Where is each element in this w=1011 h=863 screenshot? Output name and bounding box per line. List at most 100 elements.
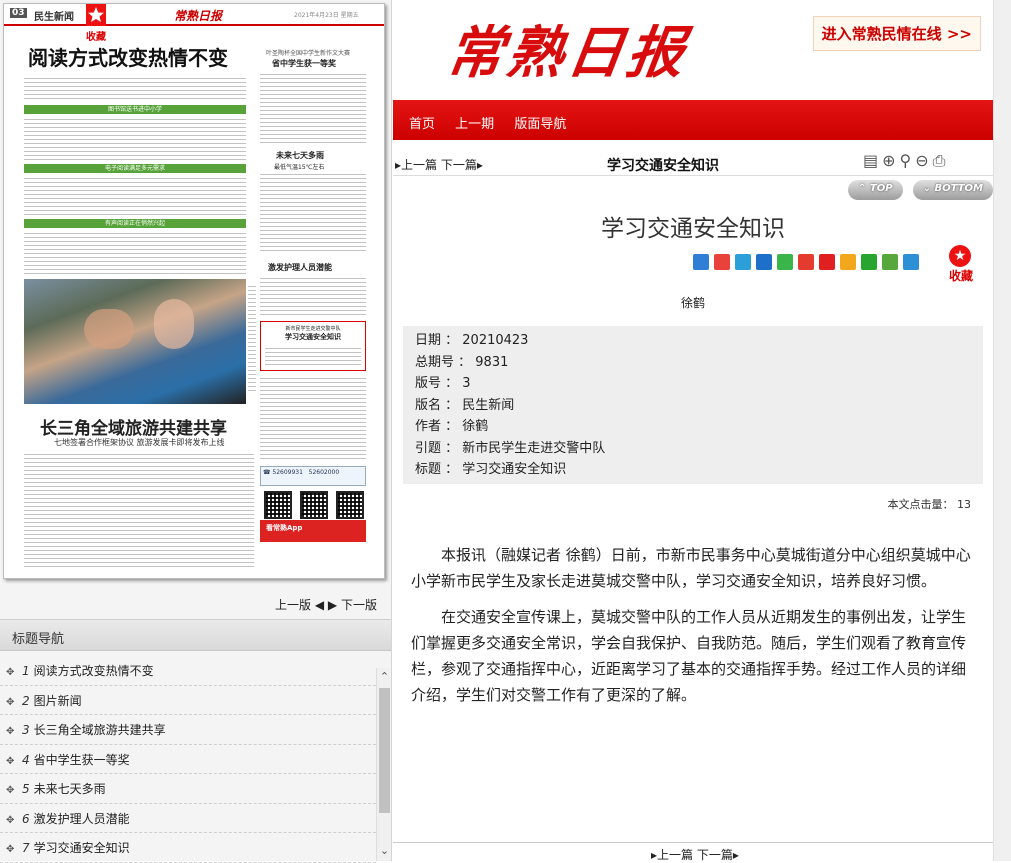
bullet-icon: ✥: [6, 844, 15, 855]
article-meta: 日期 ： 20210423 总期号 ： 9831 版号 ： 3 版名 ： 民生新…: [403, 326, 983, 484]
meta-row: 版号 ： 3: [415, 376, 471, 391]
next-article-link[interactable]: 下一篇: [697, 848, 733, 862]
next-page-arrow-icon[interactable]: ▶: [328, 598, 337, 612]
title-nav-item[interactable]: ✥ 3 长三角全域旅游共建共享: [0, 715, 376, 745]
share-tencent-icon[interactable]: [798, 254, 814, 270]
prev-article-link[interactable]: 上一篇: [657, 848, 693, 862]
share-more-icon[interactable]: [903, 254, 919, 270]
article-panel: 常熟日报 进入常熟民情在线 >> 首页 上一期 版面导航 ▸上一篇 下一篇▸ 学…: [393, 0, 1011, 862]
share-wechat-icon[interactable]: [777, 254, 793, 270]
bullet-icon: ✥: [6, 755, 15, 767]
title-nav-heading: 标题导航: [0, 619, 391, 651]
nav-page-nav[interactable]: 版面导航: [514, 113, 566, 132]
paper-header: 03 民生新闻 常熟日报 2021年4月23日 星期五: [4, 4, 384, 26]
page-scrollbar[interactable]: [993, 0, 1011, 861]
article-pager-top: ▸上一篇 下一篇▸: [395, 156, 483, 173]
article-paragraph: 在交通安全宣传课上，莫城交警中队的工作人员从近期发生的事例出发，让学生们掌握更多…: [411, 608, 967, 704]
nav-prev-issue[interactable]: 上一期: [455, 113, 494, 132]
site-logo[interactable]: 常熟日报: [442, 8, 693, 89]
paper-side-headline[interactable]: 省中学生获一等奖: [272, 58, 336, 69]
enter-minqing-link[interactable]: 进入常熟民情在线 >>: [812, 16, 981, 51]
next-arrow-icon[interactable]: ▸: [733, 848, 739, 862]
paper-text-block: [24, 117, 246, 161]
nav-home[interactable]: 首页: [409, 113, 435, 132]
paper-text-block: [24, 231, 246, 275]
prev-article-link[interactable]: 上一篇: [401, 158, 437, 172]
paper-band: 电子阅读满足多元需求: [24, 164, 246, 173]
title-nav-item[interactable]: ✥ 5 未来七天多雨: [0, 774, 376, 804]
scroll-bottom-button[interactable]: ⌄ BOTTOM: [912, 180, 993, 200]
paper-selected-article-box[interactable]: 新市民学生走进交警中队 学习交通安全知识: [260, 321, 366, 371]
share-bar: [693, 254, 924, 274]
title-nav-item[interactable]: ✥ 7 学习交通安全知识: [0, 833, 376, 863]
prev-page-arrow-icon[interactable]: ◀: [315, 598, 324, 612]
next-article-link[interactable]: 下一篇: [441, 158, 477, 172]
article-paragraph: 本报讯（融媒记者 徐鹤）日前，市新市民事务中心莫城街道分中心组织莫城中心小学新市…: [411, 546, 971, 590]
zoom-out-icon[interactable]: ⊖: [915, 151, 932, 170]
prev-page-link[interactable]: 上一版: [275, 598, 311, 612]
bullet-icon: ✥: [6, 667, 15, 678]
qr-code-icon: [264, 491, 292, 519]
main-nav: 首页 上一期 版面导航: [393, 100, 993, 140]
article-pager-bottom: ▸上一篇 下一篇▸: [393, 842, 993, 862]
paper-app-banner: 看常熟App: [260, 520, 366, 542]
masthead: 常熟日报 进入常熟民情在线 >>: [393, 0, 1011, 100]
paper-logo: 常熟日报: [174, 9, 223, 23]
paper-text-block: [24, 452, 254, 570]
left-panel: 03 民生新闻 常熟日报 2021年4月23日 星期五 收藏 阅读方式改变热情不…: [0, 0, 392, 863]
bullet-icon: ✥: [6, 785, 15, 796]
paper-nurse-headline[interactable]: 激发护理人员潜能: [268, 262, 332, 273]
toolbar-article-title: 学习交通安全知识: [607, 158, 719, 174]
share-douban-icon[interactable]: [861, 254, 877, 270]
collect-star-icon[interactable]: [86, 4, 106, 26]
chevron-down-icon[interactable]: ⌄: [377, 844, 392, 859]
title-nav-item[interactable]: ✥ 6 激发护理人员潜能: [0, 804, 376, 833]
notes-icon[interactable]: ▤: [863, 151, 882, 170]
title-nav-item[interactable]: ✥ 2 图片新闻: [0, 686, 376, 715]
share-renren-icon[interactable]: [756, 254, 772, 270]
newspaper-page-thumbnail[interactable]: 03 民生新闻 常熟日报 2021年4月23日 星期五 收藏 阅读方式改变热情不…: [3, 3, 385, 579]
paper-weather-headline[interactable]: 未来七天多雨: [276, 150, 324, 161]
paper-ad: ☎ 52609931 52602000: [260, 466, 366, 486]
meta-row: 引题 ： 新市民学生走进交警中队: [415, 440, 606, 456]
paper-text-block: [248, 284, 256, 394]
qr-code-icon: [300, 491, 328, 519]
scroll-buttons: ⌃ TOP ⌄ BOTTOM: [848, 180, 999, 200]
share-tieba-icon[interactable]: [819, 254, 835, 270]
meta-row: 标题 ： 学习交通安全知识: [415, 462, 567, 477]
scroll-top-button[interactable]: ⌃ TOP: [848, 180, 903, 200]
paper-page-category: 民生新闻: [34, 12, 74, 23]
qr-code-icon: [336, 491, 364, 519]
zoom-in-icon[interactable]: ⊕: [882, 151, 899, 170]
paper-collect-label[interactable]: 收藏: [86, 28, 106, 43]
paper-lead-headline[interactable]: 阅读方式改变热情不变: [28, 42, 228, 71]
chevron-up-icon[interactable]: ⌃: [377, 670, 392, 685]
scrollbar-thumb[interactable]: [379, 688, 390, 813]
paper-text-block: [260, 172, 366, 254]
collect-button[interactable]: ★ 收藏: [949, 245, 973, 284]
share-kaixin-icon[interactable]: [882, 254, 898, 270]
print-icon[interactable]: ⎙: [933, 151, 950, 170]
bullet-icon: ✥: [6, 726, 15, 737]
paper-photo[interactable]: [24, 279, 246, 404]
paper-text-block: [265, 346, 361, 368]
paper-text-block: [24, 176, 246, 216]
paper-tour-headline[interactable]: 长三角全域旅游共建共享: [40, 414, 227, 439]
meta-row: 作者 ： 徐鹤: [415, 419, 489, 434]
next-arrow-icon[interactable]: ▸: [477, 158, 483, 172]
share-weibo-icon[interactable]: [714, 254, 730, 270]
toolbar-icons: ▤⊕⚲⊖⎙: [863, 151, 949, 171]
share-plus-icon[interactable]: [693, 254, 709, 270]
share-qzone-icon[interactable]: [735, 254, 751, 270]
article-title: 学习交通安全知识: [601, 216, 785, 242]
title-nav-list: ✥ 1 阅读方式改变热情不变 ✥ 2 图片新闻 ✥ 3 长三角全域旅游共建共享 ✥ 4 省中学生…: [0, 656, 376, 863]
article-author: 徐鹤: [680, 296, 705, 310]
meta-row: 版名 ： 民生新闻: [415, 397, 515, 413]
title-nav-scrollbar[interactable]: ⌃ ⌄: [376, 668, 391, 861]
title-nav-item[interactable]: ✥ 4 省中学生获一等奖: [0, 745, 376, 774]
next-page-link[interactable]: 下一版: [341, 598, 377, 612]
bullet-icon: ✥: [6, 696, 15, 708]
share-star-icon[interactable]: [840, 254, 856, 270]
title-nav-item[interactable]: ✥ 1 阅读方式改变热情不变: [0, 656, 376, 686]
search-icon[interactable]: ⚲: [900, 151, 916, 170]
